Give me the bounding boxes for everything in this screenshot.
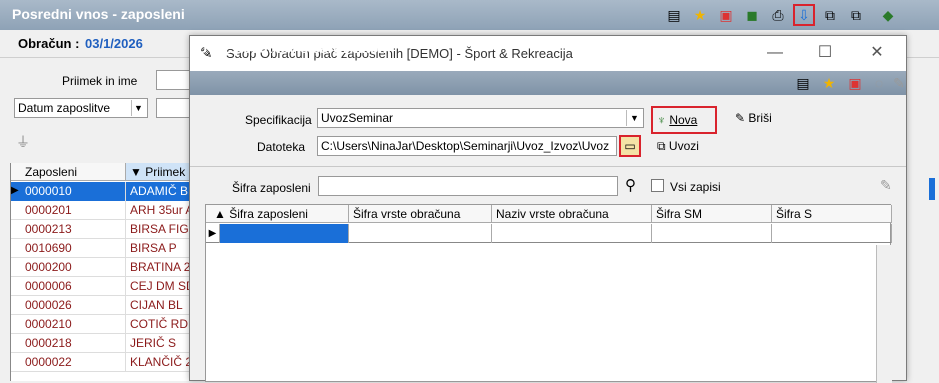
edit-icon[interactable]: ✎ xyxy=(890,74,908,92)
specifikacija-label: Specifikacija xyxy=(245,113,312,127)
brisi-label: Briši xyxy=(748,111,772,125)
star-icon[interactable]: ★ xyxy=(820,74,838,92)
table-row[interactable]: 0000200 BRATINA 2 xyxy=(11,258,201,277)
employee-id-cell[interactable]: 0000006 xyxy=(11,277,126,296)
star-icon[interactable]: ★ xyxy=(691,6,709,24)
row-indicator-icon: ▶ xyxy=(11,185,19,196)
employee-id-cell[interactable]: 0000022 xyxy=(11,353,126,372)
folder-open-icon[interactable]: ▭ xyxy=(619,135,641,157)
table-row[interactable]: 0000201 ARH 35ur A xyxy=(11,201,201,220)
table-row[interactable]: ▶ xyxy=(206,224,892,243)
selection-edge xyxy=(929,178,935,200)
table-row[interactable]: 0000006 CEJ DM SD xyxy=(11,277,201,296)
sifra-zaposleni-label: Šifra zaposleni xyxy=(232,181,311,195)
table-cell[interactable] xyxy=(220,224,349,243)
import-wizard-dialog: ✎ Saop Obračun plač zaposlenih [DEMO] - … xyxy=(189,35,908,383)
brisi-button[interactable]: ✎ Briši xyxy=(735,111,772,125)
nova-button[interactable]: ♆ Nova xyxy=(651,106,717,134)
obracun-value: 03/1/2026 xyxy=(85,36,143,51)
table-cell[interactable] xyxy=(492,224,652,243)
close-button[interactable]: ✕ xyxy=(862,42,892,64)
table-row[interactable]: 0000026 CIJAN BL xyxy=(11,296,201,315)
maximize-button[interactable]: ☐ xyxy=(810,42,840,64)
vsi-zapisi-label: Vsi zapisi xyxy=(670,180,721,194)
help-icon[interactable]: ◌ xyxy=(870,74,888,92)
sifra-zaposleni-input[interactable] xyxy=(318,176,618,196)
delete-icon[interactable]: ▣ xyxy=(846,74,864,92)
employee-id-cell[interactable]: 0010690 xyxy=(11,239,126,258)
uvozi-label: Uvozi xyxy=(668,139,699,153)
priimek-label: Priimek in ime xyxy=(62,74,138,88)
print-icon[interactable]: ⎙ xyxy=(769,6,787,24)
table-row[interactable]: 0000210 COTIČ RDN xyxy=(11,315,201,334)
exit-icon[interactable]: ◆ xyxy=(879,6,897,24)
obracun-label: Obračun : xyxy=(18,36,80,51)
table-row[interactable]: 0000010 ADAMIČ BL xyxy=(11,182,201,201)
table-cell[interactable] xyxy=(652,224,772,243)
employees-grid: Zaposleni ▼ Priimek 0000010 ADAMIČ BL 0000… xyxy=(10,163,201,381)
columns-icon[interactable]: ▤ xyxy=(794,74,812,92)
employee-id-cell[interactable]: 0000218 xyxy=(11,334,126,353)
vsi-zapisi-checkbox[interactable] xyxy=(651,179,664,192)
background-right-strip xyxy=(905,58,939,381)
nova-label: Nova xyxy=(669,113,698,127)
erase-icon: ✎ xyxy=(735,111,746,125)
edit-icon[interactable]: ✎ xyxy=(880,177,892,194)
divider xyxy=(190,166,906,167)
column-header-sifra-vrste-obracuna[interactable]: Šifra vrste obračuna xyxy=(349,205,492,223)
uvozi-button[interactable]: ⧉ Uvozi xyxy=(657,139,699,154)
columns-icon[interactable]: ▤ xyxy=(665,6,683,24)
cube-icon[interactable]: ◼ xyxy=(743,6,761,24)
search-icon[interactable]: ⚲ xyxy=(625,176,636,194)
datoteka-label: Datoteka xyxy=(257,140,306,154)
employee-id-cell[interactable]: 0000200 xyxy=(11,258,126,277)
copy-icon[interactable]: ⧉ xyxy=(821,6,839,24)
chevron-down-icon[interactable]: ▼ xyxy=(626,110,642,126)
background-window-title: Posredni vnos - zaposleni xyxy=(12,6,185,22)
delete-icon[interactable]: ▣ xyxy=(717,6,735,24)
datum-select[interactable]: Datum zaposlitve xyxy=(14,98,148,118)
table-row[interactable]: 0000213 BIRSA FIG xyxy=(11,220,201,239)
table-row[interactable]: 0000022 KLANČIČ 2 xyxy=(11,353,201,372)
minimize-button[interactable]: — xyxy=(760,42,790,64)
column-header-naziv-vrste-obracuna[interactable]: Naziv vrste obračuna xyxy=(492,205,652,223)
table-cell[interactable] xyxy=(772,224,892,243)
chevron-down-icon[interactable]: ▼ xyxy=(131,100,145,116)
table-row[interactable]: 0000218 JERIČ S xyxy=(11,334,201,353)
import-icon: ⧉ xyxy=(657,139,666,153)
employee-id-cell[interactable]: 0000201 xyxy=(11,201,126,220)
employee-id-cell[interactable]: 0000026 xyxy=(11,296,126,315)
wizard-icon: ♆ xyxy=(657,113,666,127)
employee-id-cell[interactable]: 0000210 xyxy=(11,315,126,334)
import-wizard-icon[interactable]: ⇩ xyxy=(793,4,815,26)
dialog-header-title: Uvoz podatkov s čarovnikom xyxy=(197,40,391,56)
import-grid: ▲ Šifra zaposleni Šifra vrste obračuna N… xyxy=(205,204,892,383)
column-header-zaposleni[interactable]: Zaposleni xyxy=(11,163,126,181)
employee-id-cell[interactable]: 0000010 xyxy=(11,182,126,201)
column-header-sifra-s[interactable]: Šifra S xyxy=(772,205,892,223)
datoteka-input[interactable]: C:\Users\NinaJar\Desktop\Seminarji\Uvoz_… xyxy=(317,136,617,156)
scrollbar[interactable] xyxy=(876,245,892,383)
column-header-sifra-zaposleni[interactable]: ▲ Šifra zaposleni xyxy=(206,205,349,223)
export-icon[interactable]: ⧉ xyxy=(847,6,865,24)
specifikacija-select[interactable]: UvozSeminar xyxy=(317,108,644,128)
table-row[interactable]: 0010690 BIRSA P xyxy=(11,239,201,258)
employee-id-cell[interactable]: 0000213 xyxy=(11,220,126,239)
filter-icon[interactable]: ⏚ xyxy=(16,132,30,152)
column-header-sifra-sm[interactable]: Šifra SM xyxy=(652,205,772,223)
table-cell[interactable] xyxy=(349,224,492,243)
row-indicator-icon: ▶ xyxy=(206,224,220,243)
